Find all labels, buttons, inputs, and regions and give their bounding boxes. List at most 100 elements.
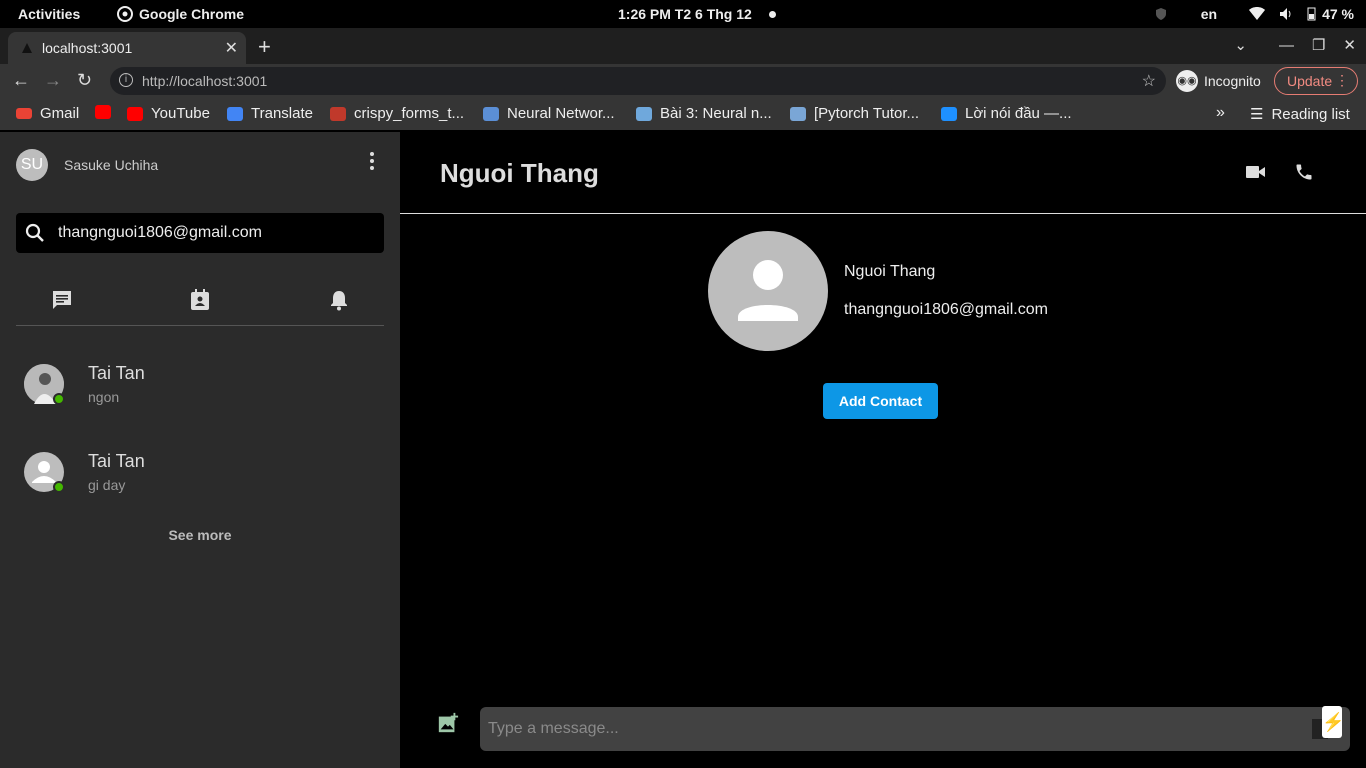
translate-icon (227, 106, 243, 121)
favicon-icon (22, 43, 32, 53)
bookmark-label: Lời nói đầu —... (965, 105, 1072, 122)
profile-name: Nguoi Thang (844, 263, 936, 280)
reading-list-icon: ☰ (1250, 106, 1264, 123)
bookmark-bai3[interactable]: Bài 3: Neural n... (636, 105, 772, 122)
chat-panel: Nguoi Thang Nguoi Thang thangnguoi1806@g… (400, 132, 1366, 768)
new-tab-icon[interactable]: + (258, 34, 271, 60)
minimize-icon[interactable]: — (1279, 37, 1294, 54)
reading-list-label: Reading list (1271, 105, 1350, 123)
bookmark-neural-networks[interactable]: Neural Networ... (483, 105, 615, 122)
bookmark-label: Bài 3: Neural n... (660, 105, 772, 122)
search-input[interactable] (58, 224, 358, 242)
bookmark-label: YouTube (151, 105, 210, 122)
bookmark-loi-noi-dau[interactable]: Lời nói đầu —... (941, 105, 1072, 122)
contact-avatar (24, 364, 65, 405)
restore-icon[interactable]: ❐ (1312, 36, 1325, 54)
message-input[interactable] (488, 720, 1288, 738)
last-message: ngon (88, 389, 120, 405)
bookmark-crispy-forms[interactable]: crispy_forms_t... (330, 105, 464, 122)
person-icon (738, 260, 798, 321)
bookmark-label: Neural Networ... (507, 105, 615, 122)
contacts-tab-icon[interactable] (188, 288, 212, 312)
phone-call-icon[interactable] (1294, 162, 1314, 182)
current-user[interactable]: SU Sasuke Uchiha (16, 149, 158, 181)
conversation-item[interactable]: Tai Tan ngon (24, 349, 384, 419)
bai3-icon (636, 106, 652, 121)
avatar: SU (16, 149, 48, 181)
app-menu[interactable]: Google Chrome (117, 6, 244, 22)
window-controls: ⌄ — ❐ ✕ (1234, 36, 1356, 55)
address-bar[interactable]: i http://localhost:3001 ☆ (110, 67, 1166, 95)
shield-icon (1155, 8, 1166, 20)
see-more-link[interactable]: See more (0, 527, 400, 543)
bookmark-youtube-2[interactable]: YouTube (127, 105, 210, 122)
last-message: gi day (88, 477, 126, 493)
incognito-label: Incognito (1204, 73, 1261, 89)
user-name: Sasuke Uchiha (64, 157, 159, 173)
bookmarks-bar: Gmail YouTube Translate crispy_forms_t..… (0, 98, 1366, 130)
update-button[interactable]: Update ⋮ (1274, 67, 1358, 95)
chat-header: Nguoi Thang (400, 132, 1366, 214)
crispy-forms-icon (330, 106, 346, 121)
online-indicator (53, 481, 65, 493)
reload-icon[interactable]: ↻ (77, 70, 92, 91)
notification-dot (769, 11, 776, 18)
incognito-indicator[interactable]: ◉◉ Incognito (1176, 67, 1261, 95)
more-options-icon[interactable] (366, 152, 378, 173)
book-icon (941, 106, 957, 121)
profile-email: thangnguoi1806@gmail.com (844, 301, 1048, 318)
neural-networks-icon (483, 106, 499, 121)
volume-icon (1280, 8, 1291, 20)
chrome-icon (117, 6, 133, 22)
tab-title: localhost:3001 (42, 40, 133, 56)
bookmark-label: crispy_forms_t... (354, 105, 465, 122)
wifi-icon (1249, 7, 1266, 20)
reading-list-button[interactable]: ☰ Reading list (1250, 105, 1350, 124)
bookmark-pytorch[interactable]: [Pytorch Tutor... (790, 105, 919, 122)
profile-avatar (708, 231, 828, 351)
more-bookmarks-icon[interactable]: » (1216, 104, 1225, 122)
contact-avatar (24, 452, 65, 493)
forward-icon[interactable]: → (44, 70, 62, 91)
conversation-item[interactable]: Tai Tan gi day (24, 437, 384, 507)
site-info-icon[interactable]: i (119, 73, 133, 87)
chat-title: Nguoi Thang (440, 158, 599, 188)
pytorch-icon (790, 106, 806, 121)
bookmark-youtube[interactable] (95, 105, 111, 119)
close-window-icon[interactable]: ✕ (1343, 36, 1356, 54)
sidebar: SU Sasuke Uchiha Tai Tan ngon Tai Tan gi… (0, 132, 400, 768)
youtube-icon (95, 105, 111, 119)
update-label: Update (1287, 73, 1333, 89)
online-indicator (53, 393, 65, 405)
chat-tab-icon[interactable] (50, 288, 74, 312)
activities-button[interactable]: Activities (18, 6, 80, 22)
bookmark-star-icon[interactable]: ☆ (1142, 71, 1156, 91)
battery-icon (1307, 7, 1316, 21)
language-indicator[interactable]: en (1201, 6, 1217, 22)
bookmark-label: [Pytorch Tutor... (814, 105, 920, 122)
incognito-icon: ◉◉ (1176, 70, 1198, 92)
add-image-icon[interactable] (437, 712, 459, 734)
sidebar-tabs (16, 284, 384, 326)
contact-name: Tai Tan (88, 363, 145, 383)
bookmark-gmail[interactable]: Gmail (16, 105, 79, 122)
lightning-extension-icon[interactable]: ⚡ (1322, 706, 1344, 738)
system-tray[interactable]: en 47 % (1155, 6, 1354, 22)
bookmark-translate[interactable]: Translate (227, 105, 313, 122)
browser-tab[interactable]: localhost:3001 ✕ (8, 32, 246, 64)
url-text: http://localhost:3001 (142, 73, 268, 89)
bookmark-label: Translate (251, 105, 313, 122)
add-contact-button[interactable]: Add Contact (823, 383, 938, 419)
back-icon[interactable]: ← (12, 70, 30, 91)
youtube-icon (127, 106, 143, 121)
contact-name: Tai Tan (88, 451, 145, 471)
search-icon (25, 223, 44, 242)
tab-search-icon[interactable]: ⌄ (1234, 36, 1247, 54)
notifications-tab-icon[interactable] (327, 288, 351, 312)
video-call-icon[interactable] (1246, 164, 1266, 180)
message-composer (480, 707, 1350, 751)
search-bar (16, 213, 384, 253)
close-tab-icon[interactable]: ✕ (225, 38, 238, 58)
clock[interactable]: 1:26 PM T2 6 Thg 12 (618, 6, 752, 22)
chrome-menu-icon[interactable]: ⋮ (1335, 72, 1349, 89)
